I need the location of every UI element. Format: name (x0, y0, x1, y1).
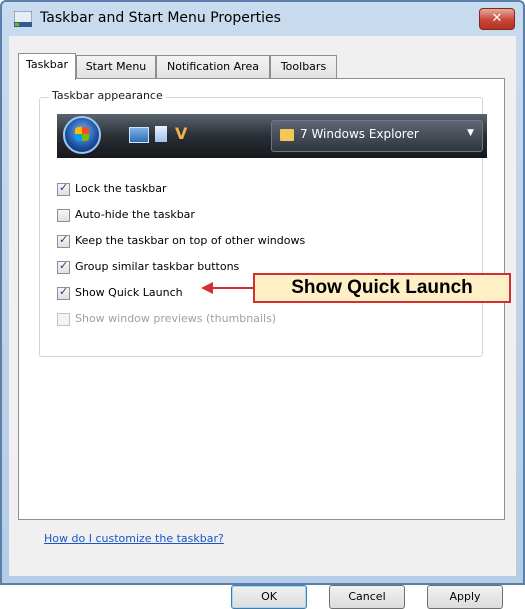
group-label: Taskbar appearance (49, 89, 166, 102)
option-label: Show Quick Launch (75, 286, 183, 299)
taskbar-preview: V 7 Windows Explorer ▼ (57, 114, 487, 158)
apply-button[interactable]: Apply (427, 585, 503, 609)
quick-launch-app-icon: V (175, 124, 188, 143)
close-button[interactable]: ✕ (479, 8, 515, 30)
checkmark-icon: ✓ (59, 233, 69, 246)
checkmark-icon: ✓ (59, 259, 69, 272)
ok-button[interactable]: OK (231, 585, 307, 609)
annotation-callout: Show Quick Launch (253, 273, 511, 303)
checkbox[interactable]: ✓ (57, 181, 70, 196)
option-label: Group similar taskbar buttons (75, 260, 240, 273)
checkbox[interactable]: ✓ (57, 233, 70, 248)
window-title: Taskbar and Start Menu Properties (40, 10, 281, 26)
callout-arrow-line (213, 287, 253, 289)
windows-flag-icon (75, 127, 89, 141)
tab-toolbars[interactable]: Toolbars (270, 55, 337, 78)
checkmark-icon: ✓ (59, 285, 69, 298)
tab-taskbar[interactable]: Taskbar (18, 53, 76, 80)
tab-notification-area[interactable]: Notification Area (156, 55, 270, 78)
start-orb-icon (63, 116, 101, 154)
show-desktop-icon (129, 127, 149, 143)
checkbox[interactable]: ✓ (57, 259, 70, 274)
window-switch-icon (155, 126, 167, 142)
taskbar-button-label: 7 Windows Explorer (300, 127, 419, 141)
title-bar[interactable]: Taskbar and Start Menu Properties ✕ (2, 2, 523, 36)
taskbar-button-windows-explorer: 7 Windows Explorer ▼ (271, 120, 483, 152)
taskbar-icon (14, 11, 32, 27)
tab-start-menu[interactable]: Start Menu (76, 55, 156, 78)
help-link[interactable]: How do I customize the taskbar? (44, 532, 224, 545)
dialog-client: Taskbar Start Menu Notification Area Too… (9, 36, 516, 609)
checkmark-icon: ✓ (59, 181, 69, 194)
callout-arrow-icon (201, 282, 213, 294)
dropdown-arrow-icon: ▼ (467, 128, 474, 138)
checkbox (57, 313, 70, 326)
option-label: Show window previews (thumbnails) (75, 312, 277, 325)
checkbox[interactable]: ✓ (57, 285, 70, 300)
option-label: Lock the taskbar (75, 182, 167, 195)
checkbox[interactable] (57, 209, 70, 222)
cancel-button[interactable]: Cancel (329, 585, 405, 609)
option-label: Auto-hide the taskbar (75, 208, 195, 221)
folder-icon (280, 129, 294, 141)
option-label: Keep the taskbar on top of other windows (75, 234, 306, 247)
